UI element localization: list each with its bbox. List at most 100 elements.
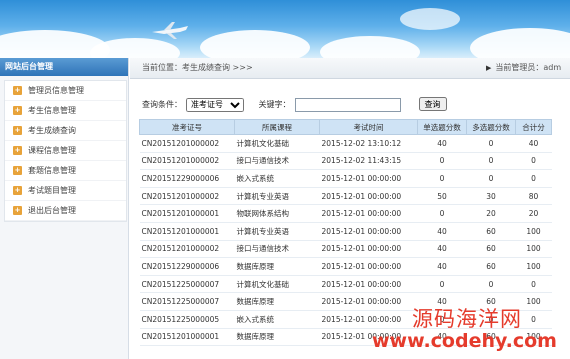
multi-score-cell: 0 xyxy=(466,134,516,153)
header-single-choice: 单选题分数 xyxy=(417,119,467,135)
single-score-cell: 0 xyxy=(417,169,467,188)
single-score-cell: 40 xyxy=(417,134,467,153)
sidebar-item-label: 课程信息管理 xyxy=(28,146,76,155)
sidebar-title: 网站后台管理 xyxy=(0,58,128,76)
exam-time-cell: 2015-12-02 11:43:15 xyxy=(319,152,418,171)
header-multi-choice: 多选题分数 xyxy=(466,119,516,135)
table-row: CN20151225000007 计算机文化基础 2015-12-01 00:00:… xyxy=(139,275,552,294)
exam-time-cell: 2015-12-02 13:10:12 xyxy=(319,134,418,153)
total-score-cell: 100 xyxy=(515,222,552,241)
ticket-no-cell: CN20151229000006 xyxy=(139,257,235,276)
exam-time-cell: 2015-12-01 00:00:00 xyxy=(319,257,418,276)
multi-score-cell: 0 xyxy=(466,275,516,294)
sidebar-item-label: 退出后台管理 xyxy=(28,206,76,215)
plus-square-icon: + xyxy=(13,146,22,155)
course-cell: 嵌入式系统 xyxy=(234,310,320,329)
table-row: CN20151201000002 计算机文化基础 2015-12-02 13:10:… xyxy=(139,134,552,153)
breadcrumb-bar: 当前位置：考生成绩查询 >>> ▶ 当前管理员：adm xyxy=(130,58,570,79)
multi-score-cell: 20 xyxy=(466,204,516,223)
header-banner xyxy=(0,0,570,58)
total-score-cell: 20 xyxy=(515,204,552,223)
exam-time-cell: 2015-12-01 00:00:00 xyxy=(319,204,418,223)
ticket-no-cell: CN20151201000002 xyxy=(139,187,235,206)
sidebar-item-logout[interactable]: + 退出后台管理 xyxy=(5,201,126,221)
table-row: CN20151201000002 计算机专业英语 2015-12-01 00:00:… xyxy=(139,187,552,206)
multi-score-cell: 0 xyxy=(466,152,516,171)
multi-score-cell: 30 xyxy=(466,187,516,206)
search-bar: 查询条件： 准考证号 关键字： 查询 xyxy=(142,97,447,113)
multi-score-cell: 0 xyxy=(466,169,516,188)
sidebar-item-label: 套题信息管理 xyxy=(28,166,76,175)
sidebar-item-score-query[interactable]: + 考生成绩查询 xyxy=(5,121,126,141)
ticket-no-cell: CN20151229000006 xyxy=(139,169,235,188)
current-admin: ▶ 当前管理员：adm xyxy=(486,58,561,78)
table-row: CN20151229000006 数据库原理 2015-12-01 00:00:00… xyxy=(139,257,552,276)
multi-score-cell: 60 xyxy=(466,257,516,276)
course-cell: 数据库原理 xyxy=(234,257,320,276)
sidebar-item-label: 考试题目管理 xyxy=(28,186,76,195)
exam-time-cell: 2015-12-01 00:00:00 xyxy=(319,169,418,188)
plus-square-icon: + xyxy=(13,126,22,135)
table-row: CN20151201000001 计算机专业英语 2015-12-01 00:00:… xyxy=(139,222,552,241)
course-cell: 物联网体系结构 xyxy=(234,204,320,223)
total-score-cell: 100 xyxy=(515,240,552,259)
sidebar-item-exam-questions[interactable]: + 考试题目管理 xyxy=(5,181,126,201)
header-ticket-no: 准考证号 xyxy=(139,119,235,135)
total-score-cell: 0 xyxy=(515,169,552,188)
total-score-cell: 0 xyxy=(515,152,552,171)
ticket-no-cell: CN20151201000001 xyxy=(139,328,235,347)
sidebar: 网站后台管理 + 管理员信息管理 + 考生信息管理 + 考生成绩查询 + 课程信… xyxy=(0,58,129,359)
course-cell: 嵌入式系统 xyxy=(234,169,320,188)
sidebar-item-label: 管理员信息管理 xyxy=(28,86,84,95)
course-cell: 数据库原理 xyxy=(234,328,320,347)
exam-time-cell: 2015-12-01 00:00:00 xyxy=(319,222,418,241)
sidebar-item-label: 考生成绩查询 xyxy=(28,126,76,135)
ticket-no-cell: CN20151201000001 xyxy=(139,204,235,223)
airplane-icon xyxy=(152,22,188,39)
plus-square-icon: + xyxy=(13,166,22,175)
ticket-no-cell: CN20151225000005 xyxy=(139,310,235,329)
exam-time-cell: 2015-12-01 00:00:00 xyxy=(319,275,418,294)
breadcrumb: 当前位置：考生成绩查询 >>> xyxy=(142,63,253,72)
sidebar-item-course-info[interactable]: + 课程信息管理 xyxy=(5,141,126,161)
watermark: 源码海洋网 www.codehy.com xyxy=(372,303,570,359)
condition-label: 查询条件： xyxy=(142,100,182,109)
sidebar-item-student-info[interactable]: + 考生信息管理 xyxy=(5,101,126,121)
single-score-cell: 0 xyxy=(417,152,467,171)
course-cell: 数据库原理 xyxy=(234,292,320,311)
watermark-url: www.codehy.com xyxy=(372,330,557,352)
ticket-no-cell: CN20151201000002 xyxy=(139,240,235,259)
table-row: CN20151229000006 嵌入式系统 2015-12-01 00:00:00… xyxy=(139,169,552,188)
keyword-input[interactable] xyxy=(294,97,401,112)
table-row: CN20151201000002 接口与通信技术 2015-12-02 11:43:… xyxy=(139,152,552,171)
query-button[interactable]: 查询 xyxy=(418,97,447,111)
total-score-cell: 100 xyxy=(515,257,552,276)
header-course: 所属课程 xyxy=(234,119,320,135)
header-total: 合计分 xyxy=(515,119,552,135)
current-admin-label: 当前管理员：adm xyxy=(495,63,562,72)
ticket-no-cell: CN20151201000002 xyxy=(139,152,235,171)
condition-select[interactable]: 准考证号 xyxy=(186,97,244,112)
total-score-cell: 0 xyxy=(515,275,552,294)
plus-square-icon: + xyxy=(13,186,22,195)
keyword-label: 关键字： xyxy=(258,100,291,109)
exam-time-cell: 2015-12-01 00:00:00 xyxy=(319,240,418,259)
ticket-no-cell: CN20151225000007 xyxy=(139,292,235,311)
plus-square-icon: + xyxy=(13,86,22,95)
watermark-title: 源码海洋网 xyxy=(412,307,522,331)
ticket-no-cell: CN20151201000002 xyxy=(139,134,235,153)
multi-score-cell: 60 xyxy=(466,222,516,241)
sidebar-item-paper-set[interactable]: + 套题信息管理 xyxy=(5,161,126,181)
sidebar-item-admin-info[interactable]: + 管理员信息管理 xyxy=(5,81,126,101)
header-exam-time: 考试时间 xyxy=(319,119,418,135)
course-cell: 计算机专业英语 xyxy=(234,222,320,241)
ticket-no-cell: CN20151201000001 xyxy=(139,222,235,241)
single-score-cell: 0 xyxy=(417,204,467,223)
exam-time-cell: 2015-12-01 00:00:00 xyxy=(319,187,418,206)
sidebar-item-label: 考生信息管理 xyxy=(28,106,76,115)
single-score-cell: 50 xyxy=(417,187,467,206)
table-header-row: 准考证号 所属课程 考试时间 单选题分数 多选题分数 合计分 xyxy=(139,119,552,135)
ticket-no-cell: CN20151225000007 xyxy=(139,275,235,294)
single-score-cell: 40 xyxy=(417,257,467,276)
course-cell: 计算机文化基础 xyxy=(234,275,320,294)
